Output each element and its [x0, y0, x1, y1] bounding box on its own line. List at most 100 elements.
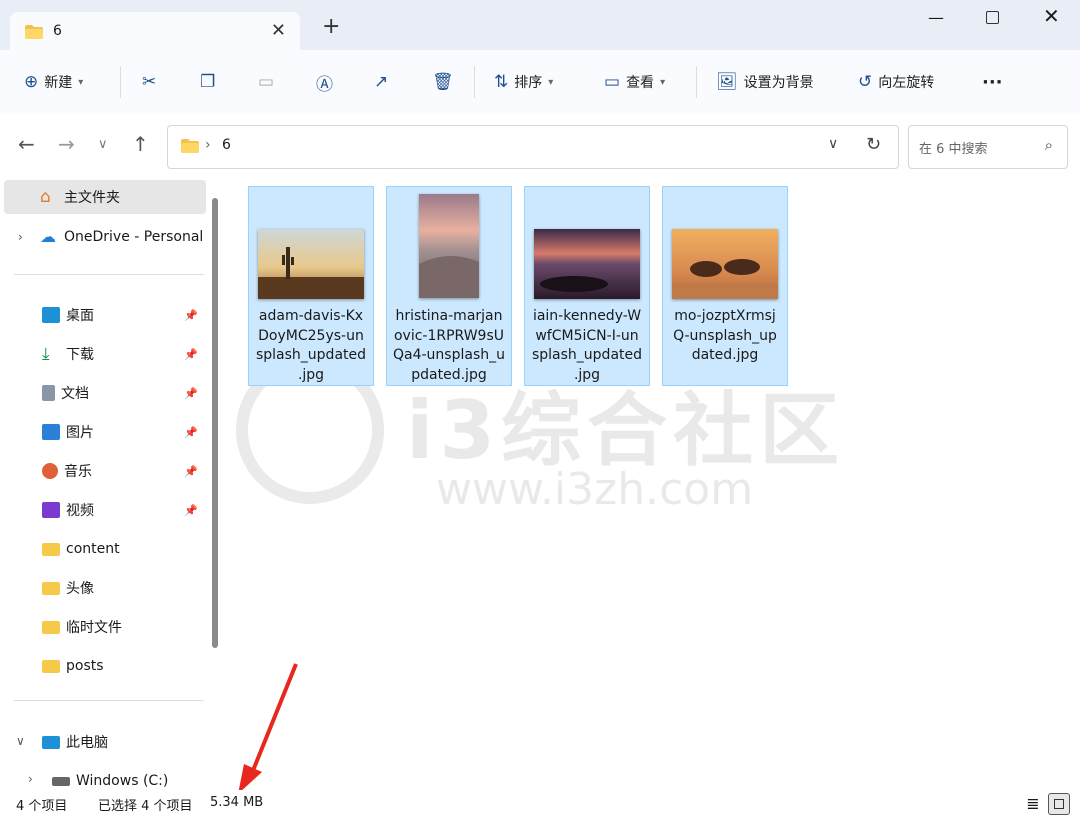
more-icon: ···: [982, 71, 1003, 93]
refresh-icon[interactable]: ↻: [866, 134, 881, 155]
status-bar: 4 个项目 已选择 4 个项目 5.34 MB ≣: [0, 790, 1080, 819]
sidebar-item-onedrive[interactable]: ☁ OneDrive - Personal: [40, 222, 220, 252]
copy-button[interactable]: ❐: [200, 50, 215, 114]
thumbnail-desert-cactus: [258, 229, 364, 299]
set-background-button[interactable]: 🖼 设置为背景: [716, 50, 814, 114]
new-button[interactable]: ⊕ 新建 ▾: [24, 50, 83, 114]
sidebar-item-videos[interactable]: 视频 📌: [42, 495, 204, 525]
sidebar-item-label: posts: [66, 658, 104, 674]
plus-icon[interactable]: +: [322, 16, 340, 38]
sort-icon: ⇅: [494, 72, 509, 92]
file-tile[interactable]: iain-kennedy-W wfCM5iCN-I-un splash_upda…: [524, 186, 650, 386]
delete-button[interactable]: 🗑: [432, 50, 454, 114]
file-name-line: Qa4-unsplash_u: [393, 347, 505, 363]
up-arrow-icon[interactable]: ↑: [132, 132, 149, 156]
file-name-line: DoyMC25ys-un: [258, 327, 364, 344]
close-window-icon[interactable]: ✕: [1043, 4, 1060, 28]
file-name-line: splash_updated: [531, 347, 643, 363]
pin-icon[interactable]: 📌: [184, 387, 198, 400]
breadcrumb[interactable]: 6: [222, 137, 231, 153]
share-icon: ↗: [374, 72, 389, 92]
rotate-left-icon: ↺: [858, 72, 873, 92]
close-tab-icon[interactable]: ✕: [271, 20, 286, 41]
file-tile[interactable]: hristina-marjan ovic-1RPRW9sU Qa4-unspla…: [386, 186, 512, 386]
clipboard-icon: ▭: [258, 72, 275, 92]
rename-button[interactable]: Ⓐ: [316, 50, 333, 114]
plus-circle-icon: ⊕: [24, 72, 39, 92]
pin-icon[interactable]: 📌: [184, 465, 198, 478]
search-box[interactable]: 在 6 中搜索 ⌕: [908, 125, 1068, 169]
sidebar-item-label: OneDrive - Personal: [64, 229, 204, 245]
desktop-icon: [42, 307, 60, 323]
share-button[interactable]: ↗: [374, 50, 388, 114]
sidebar-item-downloads[interactable]: ⤓ 下载 📌: [42, 339, 204, 369]
file-name-line: dated.jpg: [691, 347, 759, 363]
sidebar-item-pictures[interactable]: 图片 📌: [42, 417, 204, 447]
sort-button[interactable]: ⇅ 排序 ▾: [494, 50, 553, 114]
view-icon: ▭: [604, 72, 621, 92]
chevron-right-icon: ›: [205, 137, 211, 153]
file-name-line: iain-kennedy-W: [532, 308, 642, 324]
sidebar-item-label: 文档: [61, 386, 89, 402]
file-name: hristina-marjan ovic-1RPRW9sU Qa4-unspla…: [391, 307, 507, 385]
copy-icon: ❐: [200, 72, 216, 92]
minimize-icon[interactable]: —: [928, 8, 944, 27]
chevron-down-icon[interactable]: ∨: [16, 734, 25, 748]
folder-icon: [25, 25, 43, 39]
computer-icon: [42, 735, 60, 749]
address-dropdown-icon[interactable]: ∨: [828, 136, 838, 152]
tiles-view-icon[interactable]: [1048, 793, 1070, 815]
maximize-icon[interactable]: [986, 11, 999, 24]
pin-icon[interactable]: 📌: [184, 504, 198, 517]
details-view-icon[interactable]: ≣: [1022, 793, 1044, 815]
pin-icon[interactable]: 📌: [184, 309, 198, 322]
red-arrow-annotation: [238, 663, 298, 794]
sidebar-item-desktop[interactable]: 桌面 📌: [42, 300, 204, 330]
file-name: adam-davis-Kx DoyMC25ys-un splash_update…: [253, 307, 369, 385]
sidebar-scrollbar[interactable]: [212, 198, 218, 648]
sidebar-item-music[interactable]: 音乐 📌: [42, 456, 204, 486]
view-label: 查看: [626, 75, 655, 91]
sidebar-item-label: 桌面: [66, 308, 94, 324]
view-button[interactable]: ▭ 查看 ▾: [604, 50, 665, 114]
sidebar-item-documents[interactable]: 文档 📌: [42, 378, 204, 408]
sidebar-item-label: 音乐: [64, 464, 92, 480]
chevron-right-icon[interactable]: ›: [18, 230, 23, 244]
pictures-icon: [42, 424, 60, 440]
trash-icon: 🗑: [432, 72, 454, 92]
navigation-pane: ⌂ 主文件夹 › ☁ OneDrive - Personal 桌面 📌 ⤓ 下载…: [0, 176, 222, 790]
pin-icon[interactable]: 📌: [184, 426, 198, 439]
chevron-down-icon: ▾: [660, 76, 666, 88]
address-bar[interactable]: › 6 ∨ ↻: [167, 125, 899, 169]
folder-icon: [42, 581, 60, 595]
folder-icon: [42, 542, 60, 556]
cut-button[interactable]: ✂: [142, 50, 156, 114]
file-name-line: .jpg: [573, 366, 601, 383]
back-arrow-icon[interactable]: ←: [18, 132, 35, 156]
watermark-url: www.i3zh.com: [436, 464, 754, 515]
selected-count: 已选择 4 个项目: [98, 799, 193, 814]
title-bar: 6 ✕ + — ✕: [0, 0, 1080, 50]
sidebar-item-this-pc[interactable]: 此电脑: [42, 727, 248, 757]
toolbar-divider: [474, 66, 475, 98]
selected-size: 5.34 MB: [210, 795, 264, 810]
file-tile[interactable]: adam-davis-Kx DoyMC25ys-un splash_update…: [248, 186, 374, 386]
forward-arrow-icon[interactable]: →: [58, 132, 75, 156]
chevron-down-icon: ▾: [78, 76, 84, 88]
file-name-line: Q-unsplash_up: [673, 327, 777, 344]
sidebar-item-label: 临时文件: [66, 620, 122, 636]
folder-icon: [42, 620, 60, 634]
more-button[interactable]: ···: [982, 50, 1003, 114]
file-tile[interactable]: mo-jozptXrmsj Q-unsplash_up dated.jpg: [662, 186, 788, 386]
recent-chevron-icon[interactable]: ∨: [98, 137, 108, 152]
file-view: i3综合社区 www.i3zh.com adam-davis-Kx DoyMC2…: [222, 176, 1080, 790]
chevron-right-icon[interactable]: ›: [28, 772, 33, 786]
rotate-left-button[interactable]: ↺ 向左旋转: [858, 50, 934, 114]
file-name-line: ovic-1RPRW9sU: [393, 327, 505, 344]
chevron-down-icon: ▾: [548, 76, 554, 88]
paste-button[interactable]: ▭: [258, 50, 274, 114]
pin-icon[interactable]: 📌: [184, 348, 198, 361]
sidebar-item-posts[interactable]: posts: [42, 651, 248, 681]
tab-6[interactable]: 6 ✕: [10, 12, 300, 50]
sidebar-item-label: 视频: [66, 503, 94, 519]
